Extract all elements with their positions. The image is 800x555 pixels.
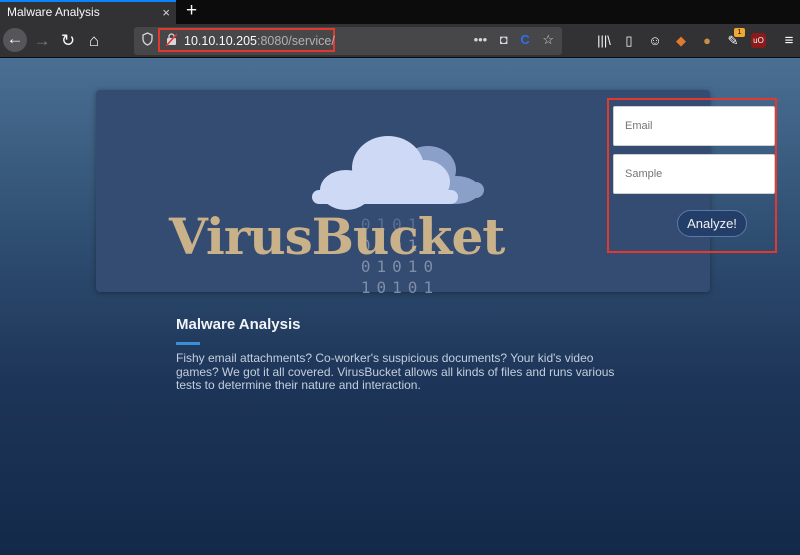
new-tab-button[interactable]: + [186,1,197,21]
ublock-icon[interactable]: uO [751,33,766,48]
url-text[interactable]: 10.10.10.205:8080/service/ [184,34,335,48]
menu-icon[interactable]: ≡ [780,32,798,50]
tab-close-icon[interactable]: × [162,5,170,21]
page-actions-icon[interactable]: ••• [474,32,488,47]
url-path: :8080/service/ [257,34,335,48]
email-field[interactable] [613,106,775,146]
binary-line: 10101 [360,278,440,297]
insecure-lock-icon[interactable] [166,33,177,46]
url-actions: ••• ◘ C ☆ [465,32,554,48]
tab-bar: Malware Analysis × + [0,0,800,24]
cookie-icon[interactable]: ● [698,32,716,50]
page-body: 01010 01010 01010 10101 VirusBucket Anal… [0,58,800,555]
url-highlight-box: 10.10.10.205:8080/service/ [158,28,335,52]
section-title: Malware Analysis [176,316,301,333]
reload-icon[interactable]: ↻ [56,29,80,53]
analyze-button[interactable]: Analyze! [677,210,747,237]
section-description: Fishy email attachments? Co-worker's sus… [176,351,615,392]
home-icon[interactable]: ⌂ [82,29,106,53]
sample-field[interactable] [613,154,775,194]
sidebar-icon[interactable]: ▯ [620,32,638,50]
extension-fox-icon[interactable]: ◆ [672,32,690,50]
title-underline [176,342,200,345]
bookmark-star-icon[interactable]: ☆ [542,32,554,47]
site-info-icon[interactable] [142,32,153,46]
tab-title: Malware Analysis [7,5,100,19]
account-icon[interactable]: ☺ [646,32,664,50]
tab-malware-analysis[interactable]: Malware Analysis × [0,0,176,24]
brand-logo-text: VirusBucket [169,207,505,266]
back-icon[interactable]: ← [3,28,27,52]
url-host: 10.10.10.205 [184,34,257,48]
extension-badge-count: 1 [734,28,745,37]
pocket-icon[interactable]: ◘ [500,32,508,47]
forward-icon[interactable]: → [30,29,54,53]
extension-c-icon[interactable]: C [520,32,529,47]
nav-toolbar: ← → ↻ ⌂ 10.10.10.205:8080/service/ ••• ◘… [0,24,800,58]
url-bar[interactable]: 10.10.10.205:8080/service/ ••• ◘ C ☆ [134,27,562,55]
library-icon[interactable]: |||\ [595,32,613,50]
